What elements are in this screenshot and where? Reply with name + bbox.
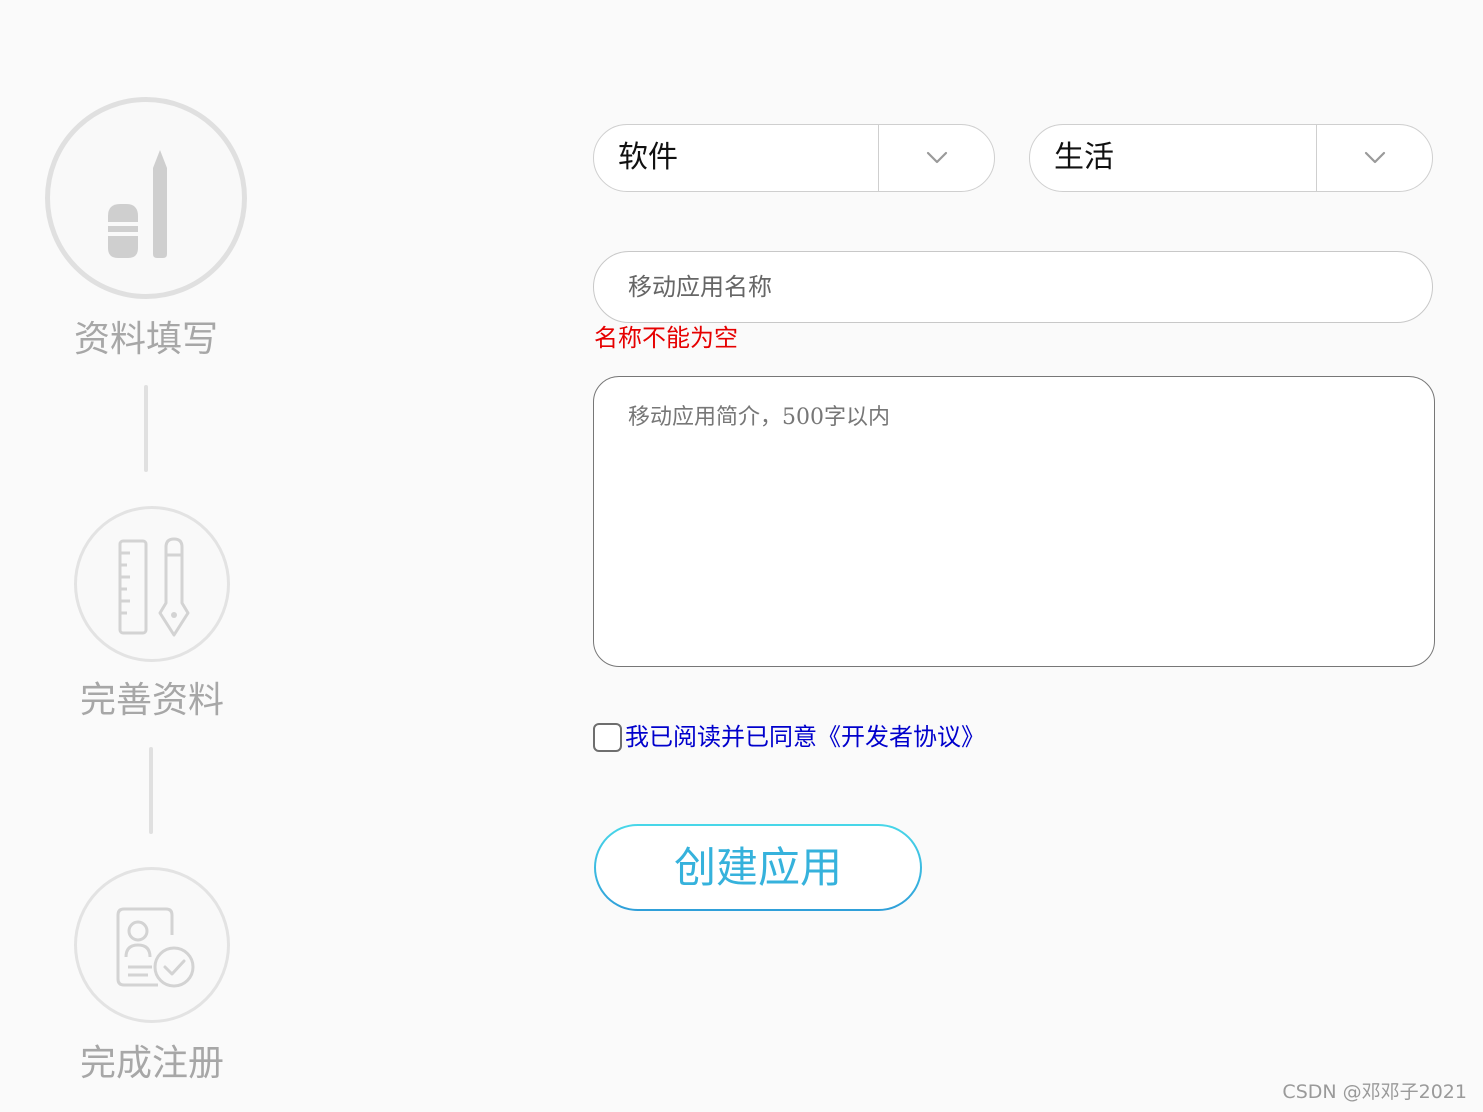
category-select[interactable]: 软件 (593, 124, 995, 192)
step-1-label: 资料填写 (73, 319, 218, 360)
app-name-input[interactable] (593, 251, 1433, 323)
step-1-circle (45, 97, 247, 299)
subcategory-select-value: 生活 (1054, 140, 1114, 175)
step-connector-2 (149, 747, 153, 834)
agreement-checkbox[interactable] (593, 722, 622, 752)
step-3-label: 完成注册 (79, 1043, 224, 1084)
category-select-value: 软件 (618, 140, 678, 175)
agreement-row: 我已阅读并已同意《开发者协议》 (593, 720, 985, 754)
subcategory-select-arrow[interactable] (1316, 125, 1432, 191)
step-3-circle (74, 867, 230, 1023)
app-description-textarea[interactable] (593, 376, 1435, 667)
ruler-pen-icon (118, 537, 190, 637)
app-name-error: 名称不能为空 (594, 324, 738, 352)
subcategory-select[interactable]: 生活 (1029, 124, 1433, 192)
chevron-down-icon (1364, 151, 1385, 164)
step-2-label: 完善资料 (79, 680, 224, 721)
create-app-button[interactable]: 创建应用 (594, 824, 922, 911)
developer-agreement-link[interactable]: 我已阅读并已同意《开发者协议》 (625, 725, 985, 749)
chevron-down-icon (926, 151, 947, 164)
pencil-eraser-icon (108, 150, 167, 258)
watermark: CSDN @邓邓子2021 (1282, 1081, 1467, 1103)
step-connector-1 (144, 385, 148, 472)
step-2-circle (74, 506, 230, 662)
profile-check-icon (116, 907, 195, 988)
category-select-arrow[interactable] (878, 125, 994, 191)
